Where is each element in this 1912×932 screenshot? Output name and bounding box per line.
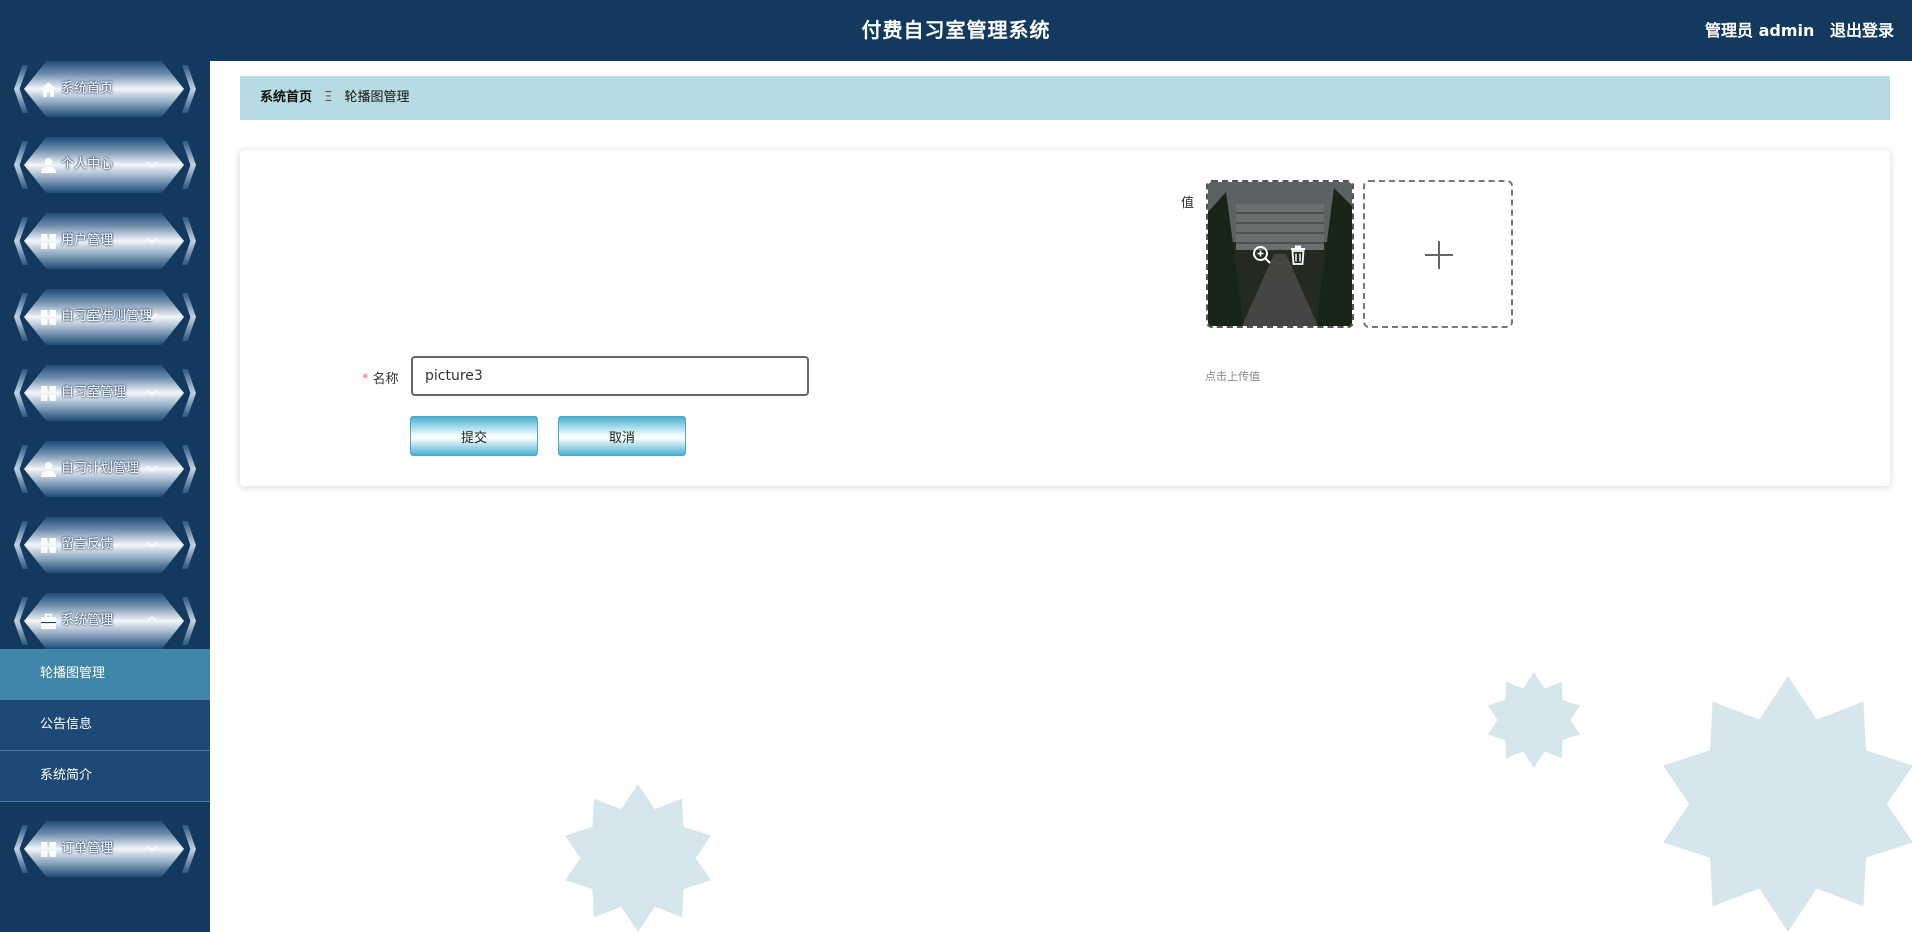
chevron-down-icon bbox=[146, 313, 158, 321]
sidebar: 系统首页 个人中心 用户管理 自习室准则管理 自习室管理 自习计划管理 留言反馈 bbox=[0, 61, 210, 932]
home-icon bbox=[41, 82, 56, 97]
sidebar-item-personal-center[interactable]: 个人中心 bbox=[14, 137, 196, 193]
breadcrumb: 系统首页 Ξ 轮播图管理 bbox=[240, 76, 1890, 120]
breadcrumb-separator: Ξ bbox=[324, 90, 333, 105]
submenu-item-notice[interactable]: 公告信息 bbox=[0, 700, 210, 751]
sidebar-item-system-management[interactable]: 系统管理 bbox=[14, 593, 196, 649]
decorative-star bbox=[1487, 672, 1581, 768]
system-submenu: 轮播图管理 公告信息 系统简介 bbox=[0, 649, 210, 802]
sidebar-item-room-management[interactable]: 自习室管理 bbox=[14, 365, 196, 421]
submit-button[interactable]: 提交 bbox=[410, 416, 538, 456]
delete-icon[interactable] bbox=[1287, 244, 1309, 266]
app-header: 付费自习室管理系统 管理员 admin 退出登录 bbox=[0, 0, 1912, 61]
grid-icon bbox=[41, 234, 56, 249]
sidebar-item-user-management[interactable]: 用户管理 bbox=[14, 213, 196, 269]
chevron-down-icon bbox=[146, 389, 158, 397]
sidebar-item-label: 留言反馈 bbox=[61, 537, 114, 552]
sidebar-item-orders[interactable]: 订单管理 bbox=[14, 821, 196, 877]
breadcrumb-current: 轮播图管理 bbox=[344, 90, 410, 105]
sidebar-item-label: 自习室管理 bbox=[61, 385, 127, 400]
name-input[interactable] bbox=[411, 356, 809, 396]
user-icon bbox=[41, 158, 56, 173]
sidebar-item-room-rules[interactable]: 自习室准则管理 bbox=[14, 289, 196, 345]
grid-icon bbox=[41, 538, 56, 553]
sidebar-item-study-plan[interactable]: 自习计划管理 bbox=[14, 441, 196, 497]
sidebar-item-label: 订单管理 bbox=[61, 841, 114, 856]
upload-tip: 点击上传值 bbox=[1205, 370, 1260, 383]
sidebar-item-label: 用户管理 bbox=[61, 233, 114, 248]
required-mark: * bbox=[362, 372, 369, 387]
sidebar-item-feedback[interactable]: 留言反馈 bbox=[14, 517, 196, 573]
sidebar-item-label: 自习室准则管理 bbox=[61, 309, 153, 324]
sidebar-item-label: 个人中心 bbox=[61, 157, 114, 172]
carousel-form-card: *名称 提交 取消 值 bbox=[240, 150, 1890, 486]
sidebar-item-label: 自习计划管理 bbox=[61, 461, 140, 476]
grid-icon bbox=[41, 310, 56, 325]
decorative-star bbox=[565, 784, 711, 932]
breadcrumb-home[interactable]: 系统首页 bbox=[260, 90, 312, 105]
sidebar-item-home[interactable]: 系统首页 bbox=[14, 61, 196, 117]
header-user-area: 管理员 admin 退出登录 bbox=[1695, 0, 1894, 61]
chevron-down-icon bbox=[146, 541, 158, 549]
decorative-star bbox=[1663, 676, 1912, 932]
cancel-button[interactable]: 取消 bbox=[558, 416, 686, 456]
sidebar-item-label: 系统管理 bbox=[61, 613, 114, 628]
app-title: 付费自习室管理系统 bbox=[861, 18, 1051, 42]
grid-icon bbox=[41, 842, 56, 857]
chevron-down-icon bbox=[146, 237, 158, 245]
value-field-label: 值 bbox=[1181, 196, 1195, 211]
submenu-item-about[interactable]: 系统简介 bbox=[0, 751, 210, 802]
upload-add-button[interactable] bbox=[1363, 180, 1513, 328]
submenu-item-carousel[interactable]: 轮播图管理 bbox=[0, 649, 210, 700]
sidebar-item-label: 系统首页 bbox=[61, 81, 114, 96]
chevron-up-icon bbox=[146, 615, 158, 623]
current-user-label: 管理员 admin bbox=[1705, 21, 1815, 40]
grid-icon bbox=[41, 386, 56, 401]
logout-link[interactable]: 退出登录 bbox=[1830, 21, 1894, 40]
uploaded-image-thumbnail[interactable] bbox=[1206, 180, 1354, 328]
name-field-label: * 名称 bbox=[362, 372, 399, 387]
user-icon bbox=[41, 462, 56, 477]
chevron-down-icon bbox=[146, 161, 158, 169]
chevron-down-icon bbox=[146, 465, 158, 473]
chevron-down-icon bbox=[146, 845, 158, 853]
briefcase-icon bbox=[41, 613, 56, 629]
zoom-in-icon[interactable] bbox=[1251, 244, 1273, 266]
